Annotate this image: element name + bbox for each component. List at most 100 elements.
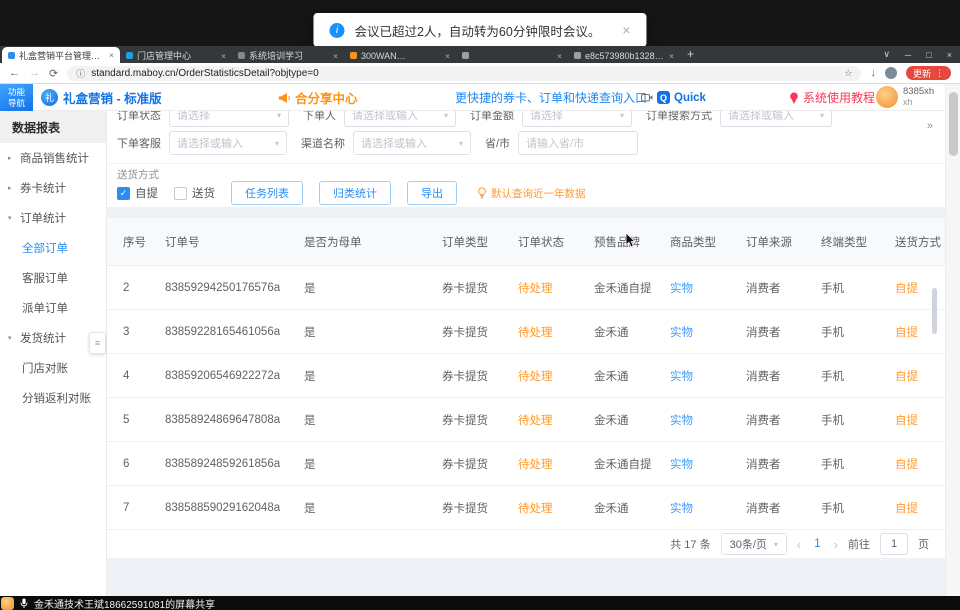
cell-status: 待处理	[513, 456, 589, 472]
promo-link[interactable]: 更快捷的券卡、订单和快递查询入口	[455, 84, 647, 111]
filter-collapse-icon[interactable]: »	[927, 120, 933, 132]
browser-tab[interactable]: 300WAN… ×	[344, 48, 456, 63]
tab-close-icon[interactable]: ×	[109, 50, 114, 60]
browser-tab[interactable]: ×	[456, 48, 568, 63]
user-sub: xh	[903, 97, 913, 107]
table-scrollbar-thumb[interactable]	[932, 288, 937, 334]
current-page[interactable]: 1	[811, 538, 823, 550]
page-scrollbar[interactable]	[945, 84, 960, 596]
group-stats-button[interactable]: 归类统计	[319, 181, 391, 205]
next-page-button[interactable]: ›	[834, 537, 838, 552]
browser-tab[interactable]: 门店管理中心 ×	[120, 48, 232, 63]
province-city-input[interactable]: 请输入省/市	[518, 131, 638, 155]
quick-entry[interactable]: Q Quick	[641, 84, 706, 111]
select-placeholder: 请选择或输入	[352, 111, 418, 123]
tab-close-icon[interactable]: ×	[445, 51, 450, 61]
browser-tab[interactable]: e8c573980b1328a258fd2e6 ×	[568, 48, 680, 63]
prev-page-button[interactable]: ‹	[797, 537, 801, 552]
cell-source: 消费者	[741, 280, 816, 296]
cell-goods-type[interactable]: 实物	[665, 324, 741, 340]
delivery-checkbox[interactable]: 送货	[174, 185, 215, 201]
tab-title: 门店管理中心	[137, 49, 217, 62]
cell-goods-type[interactable]: 实物	[665, 500, 741, 516]
cell-order-type: 券卡提货	[437, 280, 513, 296]
screen-share-bar: 金禾通技术王斌18662591081的屏幕共享	[0, 596, 960, 610]
cell-is-parent: 是	[299, 324, 437, 340]
cell-delivery: 自提	[890, 456, 945, 472]
bookmark-star-icon[interactable]: ☆	[844, 68, 852, 79]
order-status-select[interactable]: 请选择 ▾	[169, 111, 289, 127]
select-placeholder: 请选择或输入	[361, 135, 427, 151]
microphone-icon	[20, 598, 28, 609]
window-close-icon[interactable]: ×	[947, 50, 952, 60]
sidebar-item-rebate-reconcile[interactable]: 分销返利对账	[0, 383, 106, 413]
tab-favicon	[574, 52, 581, 59]
cell-goods-type[interactable]: 实物	[665, 412, 741, 428]
address-bar[interactable]: ⓘ standard.maboy.cn/OrderStatisticsDetai…	[67, 66, 861, 81]
cell-brand: 金禾通	[589, 500, 665, 516]
col-header: 是否为母单	[299, 234, 437, 250]
checkbox-unchecked-icon	[174, 187, 187, 200]
order-agent-select[interactable]: 请选择或输入 ▾	[169, 131, 287, 155]
export-button[interactable]: 导出	[407, 181, 457, 205]
browser-tab[interactable]: 系统培训学习 ×	[232, 48, 344, 63]
page-size-select[interactable]: 30条/页 ▾	[721, 533, 787, 555]
download-icon[interactable]: ↓	[870, 67, 876, 79]
pickup-checkbox[interactable]: ✓ 自提	[117, 185, 158, 201]
col-header: 序号	[107, 234, 151, 250]
cell-order-no: 83858859029162048a	[151, 502, 299, 514]
cell-goods-type[interactable]: 实物	[665, 280, 741, 296]
sidebar-item-all-orders[interactable]: 全部订单	[0, 233, 106, 263]
select-placeholder: 请选择	[177, 111, 210, 123]
sidebar-item-goods-sales[interactable]: ▸ 商品销售统计	[0, 143, 106, 173]
mouse-cursor	[625, 233, 637, 248]
goto-page-input[interactable]	[880, 533, 908, 555]
toast-close-icon[interactable]: ×	[622, 22, 630, 38]
browser-tab-active[interactable]: 礼盒营销平台管理中心 ×	[2, 47, 120, 63]
filter-row-2: 下单客服 请选择或输入 ▾ 渠道名称 请选择或输入 ▾ 省/市	[117, 131, 638, 155]
brand-logo-icon: 礼	[41, 89, 58, 106]
sidebar-item-dispatch-orders[interactable]: 派单订单	[0, 293, 106, 323]
window-maximize-icon[interactable]: □	[926, 50, 931, 60]
cell-goods-type[interactable]: 实物	[665, 368, 741, 384]
sidebar-item-card-stats[interactable]: ▸ 券卡统计	[0, 173, 106, 203]
browser-profile-avatar[interactable]	[885, 67, 897, 79]
cell-order-no: 83858924859261856a	[151, 458, 299, 470]
tab-close-icon[interactable]: ×	[557, 51, 562, 61]
page-scrollbar-thumb[interactable]	[949, 92, 958, 156]
tab-close-icon[interactable]: ×	[221, 51, 226, 61]
site-info-icon[interactable]: ⓘ	[76, 67, 85, 80]
tab-search-icon[interactable]: ∨	[883, 49, 890, 60]
window-minimize-icon[interactable]: ─	[905, 50, 911, 60]
order-amount-select[interactable]: 请选择 ▾	[522, 111, 632, 127]
filter-label: 订单状态	[117, 111, 161, 123]
tab-close-icon[interactable]: ×	[669, 51, 674, 61]
browser-menu-icon[interactable]: ⋮	[935, 68, 944, 79]
tutorial-link[interactable]: 系统使用教程	[789, 84, 875, 111]
order-search-mode-select[interactable]: 请选择或输入 ▾	[720, 111, 832, 127]
tab-close-icon[interactable]: ×	[333, 51, 338, 61]
tutorial-label: 系统使用教程	[803, 89, 875, 106]
task-list-button[interactable]: 任务列表	[231, 181, 303, 205]
cell-goods-type[interactable]: 实物	[665, 456, 741, 472]
sidebar-item-store-reconcile[interactable]: 门店对账	[0, 353, 106, 383]
page-size-value: 30条/页	[730, 536, 767, 552]
user-menu[interactable]: 8385xh xh	[876, 86, 934, 109]
reload-icon[interactable]: ⟳	[49, 67, 58, 80]
back-icon[interactable]: ←	[9, 67, 20, 79]
sidebar-item-order-stats[interactable]: ▾ 订单统计	[0, 203, 106, 233]
cell-order-type: 券卡提货	[437, 500, 513, 516]
new-tab-button[interactable]: +	[687, 47, 694, 61]
channel-name-select[interactable]: 请选择或输入 ▾	[353, 131, 471, 155]
cell-terminal: 手机	[816, 412, 890, 428]
cell-no: 3	[107, 326, 151, 338]
orderer-select[interactable]: 请选择或输入 ▾	[344, 111, 456, 127]
browser-update-button[interactable]: 更新 ⋮	[906, 66, 951, 80]
sidebar-item-service-orders[interactable]: 客服订单	[0, 263, 106, 293]
share-center-link[interactable]: 合分享中心	[278, 84, 358, 111]
tab-favicon	[126, 52, 133, 59]
browser-tabstrip: 礼盒营销平台管理中心 × 门店管理中心 × 系统培训学习 × 300WAN… ×…	[0, 46, 960, 63]
sidebar-collapse-handle[interactable]: ≡	[89, 332, 106, 354]
forward-icon[interactable]: →	[29, 67, 40, 79]
function-nav-toggle[interactable]: 功能 导航	[0, 84, 33, 111]
